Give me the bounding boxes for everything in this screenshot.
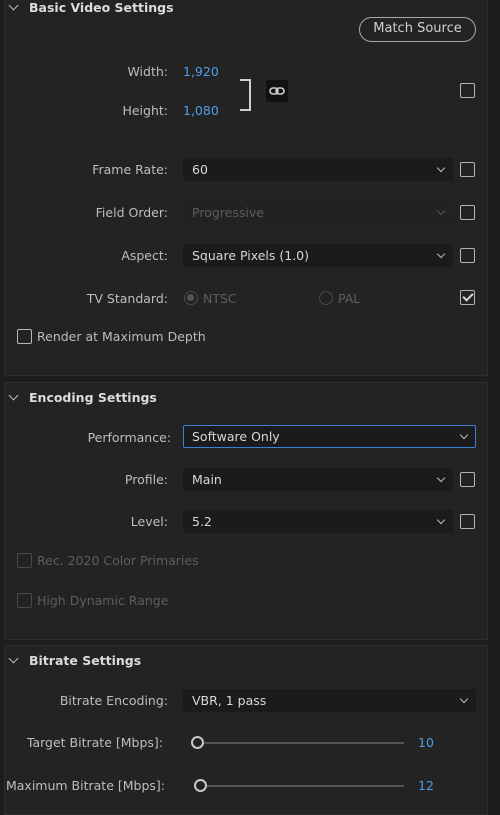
aspect-value: Square Pixels (1.0) (192, 248, 310, 263)
max-bitrate-slider-handle[interactable] (194, 779, 207, 792)
section-title: Encoding Settings (29, 390, 157, 405)
chevron-down-icon (436, 249, 446, 259)
render-max-depth-label: Render at Maximum Depth (37, 329, 206, 344)
frame-rate-label: Frame Rate: (92, 162, 168, 177)
pal-label: PAL (338, 291, 361, 306)
height-label: Height: (122, 103, 168, 118)
profile-dropdown[interactable]: Main (183, 468, 453, 491)
rec2020-label: Rec. 2020 Color Primaries (37, 553, 199, 568)
field-order-label: Field Order: (95, 205, 168, 220)
field-order-value: Progressive (192, 205, 264, 220)
level-label: Level: (130, 514, 168, 529)
width-label: Width: (127, 64, 168, 79)
override-frame-rate-checkbox[interactable] (460, 162, 475, 177)
aspect-label: Aspect: (121, 248, 168, 263)
override-tv-standard-checkbox[interactable] (460, 290, 475, 305)
bitrate-encoding-dropdown[interactable]: VBR, 1 pass (183, 689, 476, 712)
link-bracket (240, 79, 251, 111)
basic-video-settings-header[interactable]: Basic Video Settings (8, 0, 174, 15)
ntsc-radio (184, 291, 198, 305)
bitrate-settings-header[interactable]: Bitrate Settings (8, 653, 142, 668)
max-bitrate-track[interactable] (197, 785, 404, 787)
level-dropdown[interactable]: 5.2 (183, 510, 453, 533)
chevron-down-icon (8, 0, 19, 11)
chevron-down-icon (8, 390, 19, 401)
encoding-settings-header[interactable]: Encoding Settings (8, 390, 157, 405)
rec2020-checkbox (17, 553, 32, 568)
level-value: 5.2 (192, 514, 212, 529)
override-aspect-checkbox[interactable] (460, 248, 475, 263)
aspect-dropdown[interactable]: Square Pixels (1.0) (183, 244, 453, 267)
max-bitrate-value[interactable]: 12 (418, 778, 434, 793)
target-bitrate-value[interactable]: 10 (418, 735, 434, 750)
match-source-button[interactable]: Match Source (359, 17, 476, 42)
target-bitrate-label: Target Bitrate [Mbps]: (26, 735, 163, 750)
performance-dropdown[interactable]: Software Only (183, 425, 476, 448)
chevron-down-icon (459, 430, 469, 440)
performance-label: Performance: (87, 430, 171, 445)
target-bitrate-slider-handle[interactable] (191, 736, 204, 749)
chevron-down-icon (436, 515, 446, 525)
section-title: Basic Video Settings (29, 0, 174, 15)
render-max-depth-checkbox[interactable] (17, 329, 32, 344)
field-order-dropdown: Progressive (183, 201, 453, 224)
section-title: Bitrate Settings (29, 653, 142, 668)
chevron-down-icon (459, 694, 469, 704)
target-bitrate-track[interactable] (197, 742, 404, 744)
chevron-down-icon (436, 163, 446, 173)
override-field-order-checkbox[interactable] (460, 205, 475, 220)
override-level-checkbox[interactable] (460, 514, 475, 529)
profile-value: Main (192, 472, 222, 487)
override-dimensions-checkbox[interactable] (460, 83, 475, 98)
tv-standard-label: TV Standard: (86, 291, 168, 306)
hdr-checkbox (17, 593, 32, 608)
bitrate-encoding-value: VBR, 1 pass (192, 693, 267, 708)
link-dimensions-button[interactable] (266, 80, 288, 102)
frame-rate-value: 60 (192, 162, 208, 177)
performance-value: Software Only (192, 429, 280, 444)
hdr-label: High Dynamic Range (37, 593, 169, 608)
override-profile-checkbox[interactable] (460, 472, 475, 487)
chevron-down-icon (8, 653, 19, 664)
bitrate-encoding-label: Bitrate Encoding: (59, 693, 168, 708)
pal-radio (319, 291, 333, 305)
width-value[interactable]: 1,920 (183, 64, 219, 79)
height-value[interactable]: 1,080 (183, 103, 219, 118)
profile-label: Profile: (124, 472, 168, 487)
chevron-down-icon (436, 206, 446, 216)
chevron-down-icon (436, 473, 446, 483)
frame-rate-dropdown[interactable]: 60 (183, 158, 453, 181)
basic-video-settings-panel (4, 0, 488, 376)
chain-link-icon (269, 87, 285, 95)
max-bitrate-label: Maximum Bitrate [Mbps]: (5, 778, 165, 793)
ntsc-label: NTSC (203, 291, 237, 306)
